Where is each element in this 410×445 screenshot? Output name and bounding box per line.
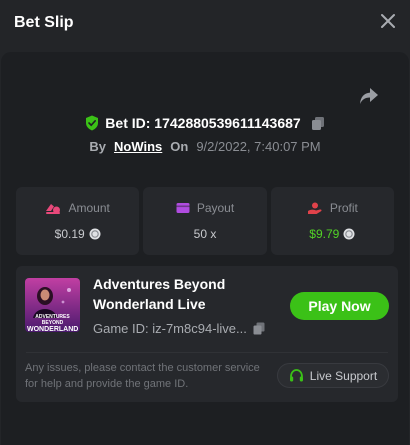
coin-icon xyxy=(89,228,101,240)
bet-date: 9/2/2022, 7:40:07 PM xyxy=(196,138,321,154)
support-message: Any issues, please contact the customer … xyxy=(25,362,260,390)
wallet-icon xyxy=(176,203,190,213)
headset-icon xyxy=(289,368,303,381)
bet-author-row: By NoWins On 9/2/2022, 7:40:07 PM xyxy=(0,137,410,155)
by-label: By xyxy=(89,138,106,154)
bet-slip-header: Bet Slip xyxy=(0,0,410,45)
copy-icon[interactable] xyxy=(311,116,325,131)
bet-id-row: Bet ID: 1742880539611143687 xyxy=(0,113,410,133)
user-link[interactable]: NoWins xyxy=(114,139,162,154)
stat-profit: Profit $9.79 xyxy=(270,187,394,255)
on-label: On xyxy=(170,138,189,154)
bet-chip-icon xyxy=(46,203,61,214)
share-icon[interactable] xyxy=(359,87,379,105)
live-support-label: Live Support xyxy=(309,368,378,383)
bet-id: Bet ID: 1742880539611143687 xyxy=(105,115,301,131)
live-support-button[interactable]: Live Support xyxy=(277,363,389,388)
stat-value: $0.19 xyxy=(54,227,85,241)
stat-value: $9.79 xyxy=(309,227,340,241)
game-card: ADVENTURES BEYONDWONDERLAND LIVE Adventu… xyxy=(16,266,398,402)
stat-label: Profit xyxy=(329,201,358,215)
stat-label: Payout xyxy=(196,201,235,215)
shield-icon xyxy=(86,115,99,131)
stat-amount: Amount $0.19 xyxy=(16,187,140,255)
stat-payout: Payout 50 x xyxy=(143,187,267,255)
stat-label: Amount xyxy=(68,201,110,215)
bet-stats: Amount $0.19 Payout 50 x Profit $9.79 xyxy=(16,187,394,255)
page-title: Bet Slip xyxy=(14,13,74,31)
copy-icon[interactable] xyxy=(253,322,265,335)
game-title: Adventures Beyond Wonderland Live xyxy=(93,276,226,312)
divider xyxy=(26,352,388,353)
stat-value: 50 x xyxy=(193,227,217,241)
profit-hand-icon xyxy=(307,202,322,214)
play-now-button[interactable]: Play Now xyxy=(290,292,389,320)
coin-icon xyxy=(343,228,355,240)
close-icon[interactable] xyxy=(380,13,396,29)
game-thumbnail[interactable]: ADVENTURES BEYONDWONDERLAND LIVE xyxy=(25,278,80,332)
game-id: Game ID: iz-7m8c94-live... xyxy=(93,320,247,336)
game-id-row: Game ID: iz-7m8c94-live... xyxy=(93,319,273,337)
